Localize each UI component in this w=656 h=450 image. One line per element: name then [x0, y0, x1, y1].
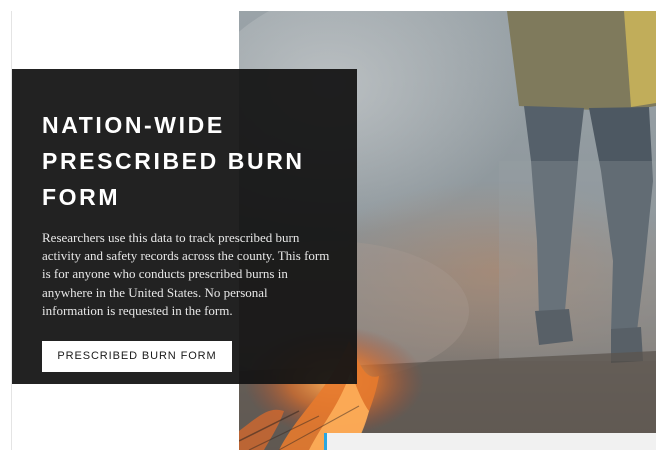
- bottom-panel: [324, 433, 656, 450]
- bottom-accent-bar: [324, 433, 327, 450]
- prescribed-burn-form-button[interactable]: PRESCRIBED BURN FORM: [42, 341, 232, 373]
- intro-description: Researchers use this data to track presc…: [42, 230, 330, 318]
- page-title: NATION-WIDE PRESCRIBED BURN FORM: [42, 112, 305, 210]
- intro-card: NATION-WIDE PRESCRIBED BURN FORM Researc…: [12, 69, 357, 384]
- page: NATION-WIDE PRESCRIBED BURN FORM Researc…: [0, 0, 656, 450]
- top-frame: [0, 0, 656, 11]
